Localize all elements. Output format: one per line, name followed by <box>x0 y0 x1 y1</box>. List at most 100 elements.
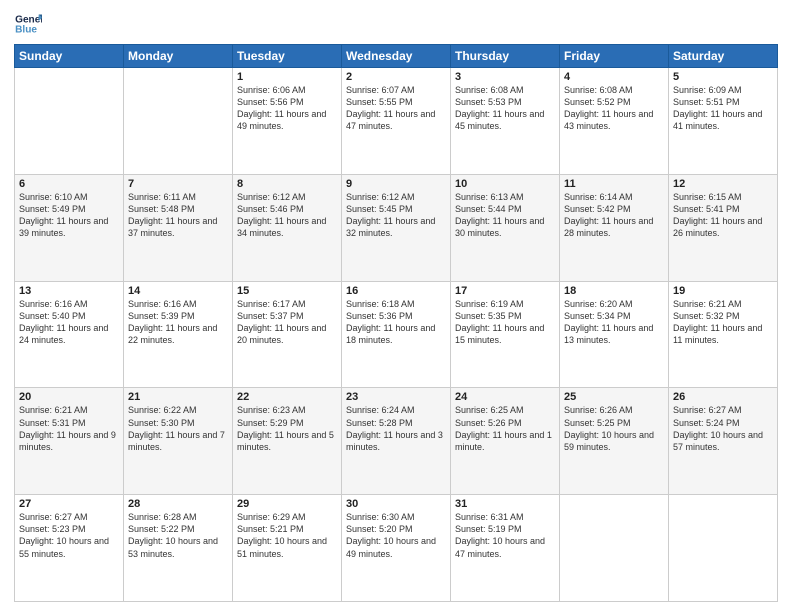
day-number: 30 <box>346 498 446 510</box>
day-number: 14 <box>128 285 228 297</box>
calendar-cell: 17 Sunrise: 6:19 AMSunset: 5:35 PMDaylig… <box>451 281 560 388</box>
day-info: Sunrise: 6:16 AMSunset: 5:39 PMDaylight:… <box>128 299 217 345</box>
day-number: 18 <box>564 285 664 297</box>
day-info: Sunrise: 6:25 AMSunset: 5:26 PMDaylight:… <box>455 405 552 451</box>
calendar-cell: 14 Sunrise: 6:16 AMSunset: 5:39 PMDaylig… <box>124 281 233 388</box>
day-info: Sunrise: 6:07 AMSunset: 5:55 PMDaylight:… <box>346 85 435 131</box>
calendar-cell: 16 Sunrise: 6:18 AMSunset: 5:36 PMDaylig… <box>342 281 451 388</box>
logo-icon: General Blue <box>14 10 42 38</box>
day-info: Sunrise: 6:15 AMSunset: 5:41 PMDaylight:… <box>673 192 762 238</box>
calendar-cell: 2 Sunrise: 6:07 AMSunset: 5:55 PMDayligh… <box>342 68 451 175</box>
calendar-cell: 7 Sunrise: 6:11 AMSunset: 5:48 PMDayligh… <box>124 174 233 281</box>
day-info: Sunrise: 6:31 AMSunset: 5:19 PMDaylight:… <box>455 512 545 558</box>
calendar-cell: 4 Sunrise: 6:08 AMSunset: 5:52 PMDayligh… <box>560 68 669 175</box>
day-info: Sunrise: 6:14 AMSunset: 5:42 PMDaylight:… <box>564 192 653 238</box>
day-info: Sunrise: 6:13 AMSunset: 5:44 PMDaylight:… <box>455 192 544 238</box>
calendar-cell <box>669 495 778 602</box>
calendar-cell: 13 Sunrise: 6:16 AMSunset: 5:40 PMDaylig… <box>15 281 124 388</box>
day-number: 10 <box>455 178 555 190</box>
day-number: 22 <box>237 391 337 403</box>
day-number: 6 <box>19 178 119 190</box>
day-info: Sunrise: 6:23 AMSunset: 5:29 PMDaylight:… <box>237 405 334 451</box>
calendar-cell: 21 Sunrise: 6:22 AMSunset: 5:30 PMDaylig… <box>124 388 233 495</box>
day-info: Sunrise: 6:10 AMSunset: 5:49 PMDaylight:… <box>19 192 108 238</box>
svg-text:General: General <box>15 14 42 25</box>
day-info: Sunrise: 6:11 AMSunset: 5:48 PMDaylight:… <box>128 192 217 238</box>
day-number: 17 <box>455 285 555 297</box>
calendar-cell: 3 Sunrise: 6:08 AMSunset: 5:53 PMDayligh… <box>451 68 560 175</box>
day-info: Sunrise: 6:22 AMSunset: 5:30 PMDaylight:… <box>128 405 225 451</box>
day-number: 8 <box>237 178 337 190</box>
day-info: Sunrise: 6:24 AMSunset: 5:28 PMDaylight:… <box>346 405 443 451</box>
day-number: 25 <box>564 391 664 403</box>
calendar-cell <box>560 495 669 602</box>
day-number: 12 <box>673 178 773 190</box>
day-number: 2 <box>346 71 446 83</box>
day-info: Sunrise: 6:21 AMSunset: 5:31 PMDaylight:… <box>19 405 116 451</box>
calendar-cell: 26 Sunrise: 6:27 AMSunset: 5:24 PMDaylig… <box>669 388 778 495</box>
day-info: Sunrise: 6:08 AMSunset: 5:53 PMDaylight:… <box>455 85 544 131</box>
day-number: 24 <box>455 391 555 403</box>
day-info: Sunrise: 6:27 AMSunset: 5:24 PMDaylight:… <box>673 405 763 451</box>
day-info: Sunrise: 6:28 AMSunset: 5:22 PMDaylight:… <box>128 512 218 558</box>
page: General Blue SundayMondayTuesdayWednesda… <box>0 0 792 612</box>
day-number: 16 <box>346 285 446 297</box>
calendar-cell: 11 Sunrise: 6:14 AMSunset: 5:42 PMDaylig… <box>560 174 669 281</box>
weekday-header-wednesday: Wednesday <box>342 45 451 68</box>
calendar-cell: 27 Sunrise: 6:27 AMSunset: 5:23 PMDaylig… <box>15 495 124 602</box>
calendar-table: SundayMondayTuesdayWednesdayThursdayFrid… <box>14 44 778 602</box>
weekday-header-thursday: Thursday <box>451 45 560 68</box>
day-number: 28 <box>128 498 228 510</box>
day-info: Sunrise: 6:30 AMSunset: 5:20 PMDaylight:… <box>346 512 436 558</box>
weekday-header-friday: Friday <box>560 45 669 68</box>
calendar-cell: 10 Sunrise: 6:13 AMSunset: 5:44 PMDaylig… <box>451 174 560 281</box>
calendar-cell: 22 Sunrise: 6:23 AMSunset: 5:29 PMDaylig… <box>233 388 342 495</box>
calendar-cell: 29 Sunrise: 6:29 AMSunset: 5:21 PMDaylig… <box>233 495 342 602</box>
day-info: Sunrise: 6:17 AMSunset: 5:37 PMDaylight:… <box>237 299 326 345</box>
day-info: Sunrise: 6:18 AMSunset: 5:36 PMDaylight:… <box>346 299 435 345</box>
day-number: 29 <box>237 498 337 510</box>
calendar-cell: 19 Sunrise: 6:21 AMSunset: 5:32 PMDaylig… <box>669 281 778 388</box>
day-number: 26 <box>673 391 773 403</box>
day-info: Sunrise: 6:26 AMSunset: 5:25 PMDaylight:… <box>564 405 654 451</box>
day-info: Sunrise: 6:20 AMSunset: 5:34 PMDaylight:… <box>564 299 653 345</box>
day-info: Sunrise: 6:12 AMSunset: 5:46 PMDaylight:… <box>237 192 326 238</box>
day-number: 13 <box>19 285 119 297</box>
calendar-cell: 1 Sunrise: 6:06 AMSunset: 5:56 PMDayligh… <box>233 68 342 175</box>
day-number: 19 <box>673 285 773 297</box>
day-info: Sunrise: 6:12 AMSunset: 5:45 PMDaylight:… <box>346 192 435 238</box>
weekday-header-monday: Monday <box>124 45 233 68</box>
calendar-cell: 25 Sunrise: 6:26 AMSunset: 5:25 PMDaylig… <box>560 388 669 495</box>
day-number: 27 <box>19 498 119 510</box>
day-number: 20 <box>19 391 119 403</box>
day-info: Sunrise: 6:16 AMSunset: 5:40 PMDaylight:… <box>19 299 108 345</box>
day-info: Sunrise: 6:21 AMSunset: 5:32 PMDaylight:… <box>673 299 762 345</box>
calendar-cell: 30 Sunrise: 6:30 AMSunset: 5:20 PMDaylig… <box>342 495 451 602</box>
calendar-cell: 31 Sunrise: 6:31 AMSunset: 5:19 PMDaylig… <box>451 495 560 602</box>
calendar-cell: 24 Sunrise: 6:25 AMSunset: 5:26 PMDaylig… <box>451 388 560 495</box>
day-info: Sunrise: 6:09 AMSunset: 5:51 PMDaylight:… <box>673 85 762 131</box>
logo: General Blue <box>14 10 44 38</box>
day-number: 1 <box>237 71 337 83</box>
day-number: 21 <box>128 391 228 403</box>
calendar-cell: 12 Sunrise: 6:15 AMSunset: 5:41 PMDaylig… <box>669 174 778 281</box>
day-info: Sunrise: 6:29 AMSunset: 5:21 PMDaylight:… <box>237 512 327 558</box>
day-info: Sunrise: 6:27 AMSunset: 5:23 PMDaylight:… <box>19 512 109 558</box>
weekday-header-tuesday: Tuesday <box>233 45 342 68</box>
calendar-cell <box>15 68 124 175</box>
day-number: 7 <box>128 178 228 190</box>
calendar-cell: 6 Sunrise: 6:10 AMSunset: 5:49 PMDayligh… <box>15 174 124 281</box>
weekday-header-saturday: Saturday <box>669 45 778 68</box>
svg-text:Blue: Blue <box>15 24 37 35</box>
day-number: 31 <box>455 498 555 510</box>
calendar-cell: 28 Sunrise: 6:28 AMSunset: 5:22 PMDaylig… <box>124 495 233 602</box>
calendar-cell: 15 Sunrise: 6:17 AMSunset: 5:37 PMDaylig… <box>233 281 342 388</box>
calendar-cell: 8 Sunrise: 6:12 AMSunset: 5:46 PMDayligh… <box>233 174 342 281</box>
calendar-cell <box>124 68 233 175</box>
day-info: Sunrise: 6:19 AMSunset: 5:35 PMDaylight:… <box>455 299 544 345</box>
day-number: 9 <box>346 178 446 190</box>
day-number: 23 <box>346 391 446 403</box>
day-number: 11 <box>564 178 664 190</box>
calendar-cell: 5 Sunrise: 6:09 AMSunset: 5:51 PMDayligh… <box>669 68 778 175</box>
day-info: Sunrise: 6:06 AMSunset: 5:56 PMDaylight:… <box>237 85 326 131</box>
